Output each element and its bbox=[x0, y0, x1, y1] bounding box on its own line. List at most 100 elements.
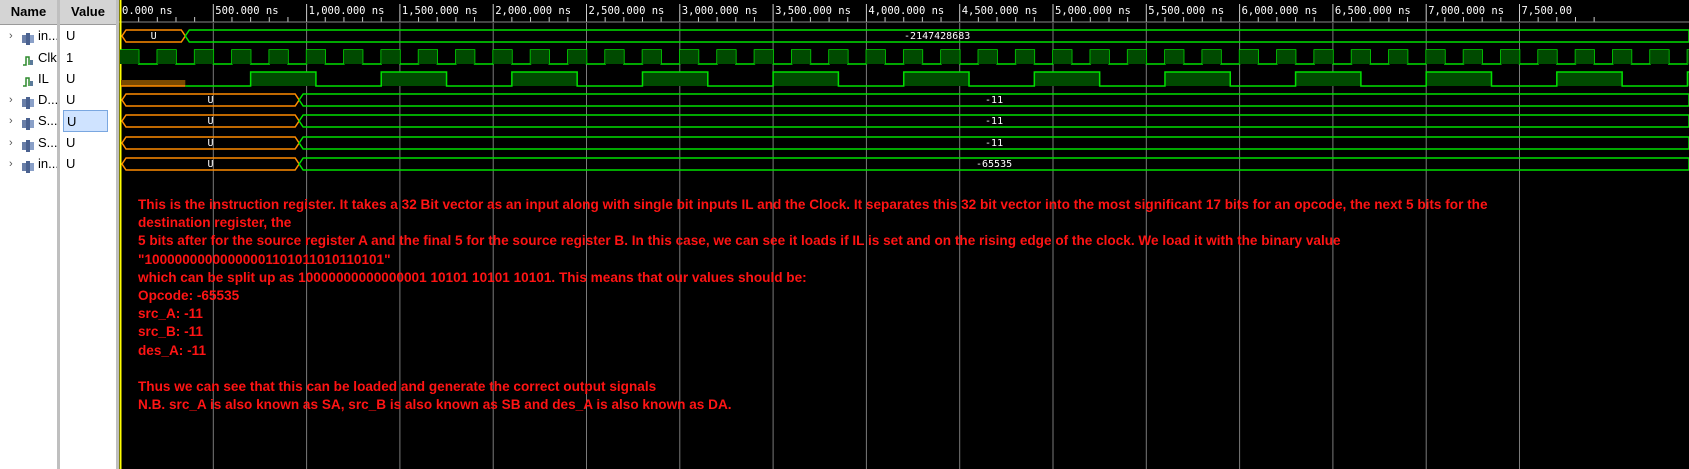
clock-high-fill bbox=[306, 50, 326, 64]
clock-high-fill bbox=[754, 50, 774, 64]
signal-name: in... bbox=[38, 156, 59, 171]
annotation-line bbox=[138, 360, 1558, 378]
signal-value[interactable]: 1 bbox=[60, 47, 116, 69]
expand-chevron-icon[interactable]: › bbox=[9, 153, 13, 175]
il-high-fill bbox=[773, 72, 839, 86]
clock-high-fill bbox=[1090, 50, 1109, 64]
bus-value-label: U bbox=[151, 31, 157, 42]
clock-high-fill bbox=[791, 50, 811, 64]
il-high-fill bbox=[511, 72, 578, 86]
signal-name: D... bbox=[38, 92, 59, 107]
value-column-header[interactable]: Value bbox=[60, 0, 116, 25]
signal-value[interactable]: U bbox=[60, 153, 116, 175]
signal-row[interactable]: › S... bbox=[0, 132, 58, 154]
timeline-label: 5,500.000 ns bbox=[1148, 5, 1224, 17]
clock-high-fill bbox=[1388, 50, 1408, 64]
clock-high-fill bbox=[1127, 50, 1147, 64]
signal-value[interactable]: U bbox=[60, 132, 116, 154]
timeline-label: 5,000.000 ns bbox=[1055, 5, 1131, 17]
clock-high-fill bbox=[1015, 50, 1035, 64]
il-undefined-fill bbox=[121, 80, 186, 86]
clock-high-fill bbox=[493, 50, 512, 64]
signal-row[interactable]: › S... bbox=[0, 110, 58, 132]
bus-icon bbox=[22, 94, 34, 109]
timeline-label: 7,000.000 ns bbox=[1428, 5, 1504, 17]
timeline-label: 4,000.000 ns bbox=[868, 5, 944, 17]
clock-high-fill bbox=[1612, 50, 1632, 64]
annotation-line: Thus we can see that this can be loaded … bbox=[138, 379, 657, 395]
signal-row[interactable]: › in... bbox=[0, 153, 59, 175]
clock-high-fill bbox=[1650, 50, 1669, 64]
timeline-label: 3,500.000 ns bbox=[775, 5, 851, 17]
clock-high-fill bbox=[903, 50, 923, 64]
annotation-line: N.B. src_A is also known as SA, src_B is… bbox=[138, 397, 732, 413]
annotation-line: des_A: -11 bbox=[138, 342, 207, 358]
bit-icon bbox=[22, 52, 34, 66]
signal-name-panel: Name › in... Clk IL › D... › S... › S... › in... bbox=[0, 0, 59, 469]
clock-high-fill bbox=[1463, 50, 1483, 64]
timeline-label: 500.000 ns bbox=[215, 5, 278, 17]
clock-high-fill bbox=[530, 50, 550, 64]
signal-row[interactable]: Clk bbox=[0, 47, 57, 69]
clock-high-fill bbox=[1164, 50, 1184, 64]
signal-row[interactable]: › D... bbox=[0, 89, 59, 111]
annotation-line: Opcode: -65535 bbox=[138, 288, 240, 304]
annotation-line: This is the instruction register. It tak… bbox=[138, 197, 1488, 231]
il-high-fill bbox=[1295, 72, 1361, 86]
expand-chevron-icon[interactable]: › bbox=[9, 110, 13, 132]
clock-high-fill bbox=[642, 50, 662, 64]
annotation-line: which can be split up as 100000000000000… bbox=[138, 269, 807, 285]
timeline-label: 2,000.000 ns bbox=[495, 5, 571, 17]
clock-high-fill bbox=[1500, 50, 1520, 64]
timeline-label: 6,000.000 ns bbox=[1242, 5, 1318, 17]
clock-high-fill bbox=[679, 50, 699, 64]
annotation-text: This is the instruction register. It tak… bbox=[138, 196, 1558, 414]
annotation-line: src_A: -11 bbox=[138, 306, 203, 322]
expand-chevron-icon[interactable]: › bbox=[9, 25, 13, 47]
bit-icon bbox=[22, 73, 34, 87]
clock-high-fill bbox=[829, 50, 848, 64]
signal-value[interactable]: U bbox=[60, 68, 116, 90]
il-high-fill bbox=[381, 72, 447, 86]
timeline-label: 3,000.000 ns bbox=[682, 5, 758, 17]
name-column-header[interactable]: Name bbox=[0, 0, 57, 25]
timeline-label: 4,500.000 ns bbox=[962, 5, 1038, 17]
signal-value[interactable]: U bbox=[63, 110, 108, 132]
bus-icon bbox=[22, 137, 34, 152]
clock-high-fill bbox=[941, 50, 960, 64]
signal-row[interactable]: › in... bbox=[0, 25, 59, 47]
expand-chevron-icon[interactable]: › bbox=[9, 132, 13, 154]
clock-high-fill bbox=[717, 50, 736, 64]
timeline-label: 1,000.000 ns bbox=[309, 5, 385, 17]
clock-high-fill bbox=[455, 50, 475, 64]
signal-name: Clk bbox=[38, 50, 57, 65]
annotation-line: 5 bits after for the source register A a… bbox=[138, 233, 1341, 267]
clock-high-fill bbox=[1314, 50, 1333, 64]
clock-high-fill bbox=[1538, 50, 1557, 64]
bus-value-label: U bbox=[208, 159, 214, 170]
expand-chevron-icon[interactable]: › bbox=[9, 89, 13, 111]
bus-value-label: -2147428683 bbox=[904, 31, 970, 42]
clock-high-fill bbox=[343, 50, 363, 64]
signal-row[interactable]: IL bbox=[0, 68, 57, 90]
clock-high-fill bbox=[1053, 50, 1072, 64]
clock-high-fill bbox=[418, 50, 438, 64]
signal-name: IL bbox=[38, 71, 49, 86]
bus-icon bbox=[22, 158, 34, 173]
annotation-line: src_B: -11 bbox=[138, 324, 203, 340]
signal-value[interactable]: U bbox=[60, 25, 116, 47]
clock-high-fill bbox=[1239, 50, 1259, 64]
bus-value-label: -11 bbox=[985, 116, 1003, 127]
signal-value[interactable]: U bbox=[60, 89, 116, 111]
clock-high-fill bbox=[231, 50, 251, 64]
il-high-fill bbox=[1556, 72, 1623, 86]
clock-high-fill bbox=[1426, 50, 1445, 64]
timeline-label: 1,500.000 ns bbox=[402, 5, 478, 17]
bus-value-label: U bbox=[208, 116, 214, 127]
timeline-label: 2,500.000 ns bbox=[589, 5, 665, 17]
signal-name: S... bbox=[38, 135, 58, 150]
clock-high-fill bbox=[1202, 50, 1221, 64]
bus-value-label: -11 bbox=[985, 138, 1003, 149]
signal-value-panel: Value U1UUUUU bbox=[60, 0, 116, 469]
il-high-fill bbox=[642, 72, 708, 86]
